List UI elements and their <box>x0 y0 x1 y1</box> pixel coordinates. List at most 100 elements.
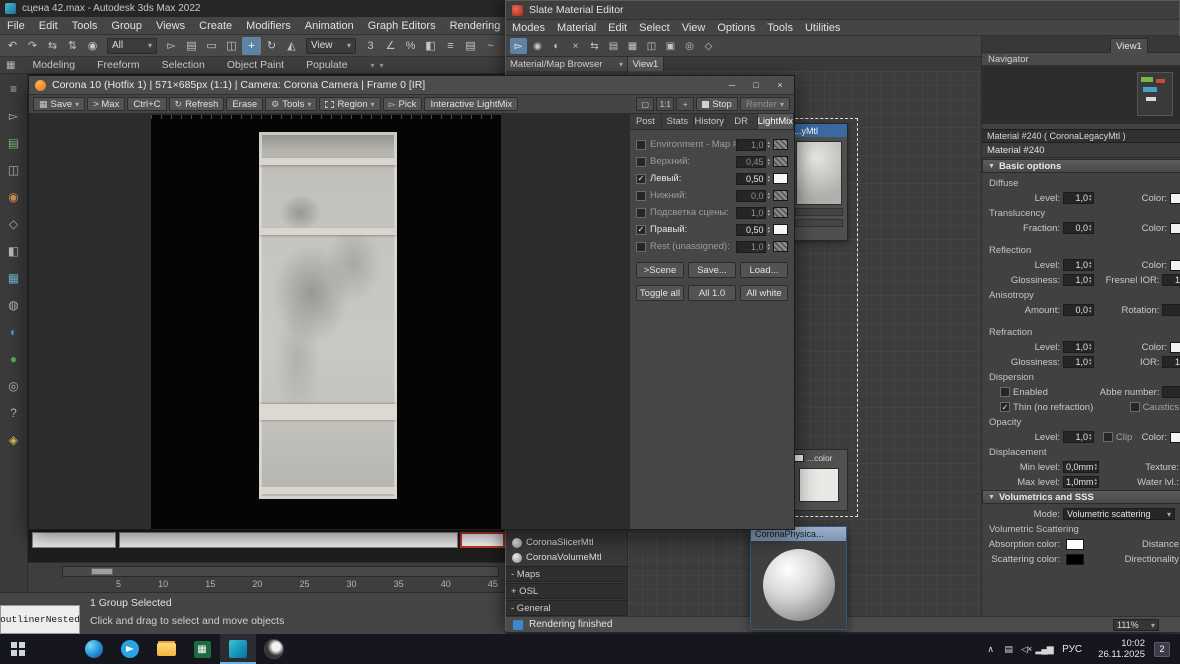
menu-item[interactable]: Material <box>551 22 602 34</box>
color-swatch[interactable] <box>1170 223 1180 234</box>
select-and-scale-icon[interactable]: ◭ <box>282 37 301 55</box>
interactive-lightmix-button[interactable]: Interactive LightMix <box>424 97 518 111</box>
color-swatch[interactable] <box>1066 539 1084 550</box>
delete-node-icon[interactable]: × <box>567 38 584 54</box>
hide-unused-slots-icon[interactable]: ▤ <box>605 38 622 54</box>
spinner[interactable]: ▴▾ <box>1089 224 1092 232</box>
browser-section-header[interactable]: - Maps <box>506 566 627 582</box>
lightmix-checkbox[interactable] <box>636 174 646 184</box>
lightmix-checkbox[interactable] <box>636 242 646 252</box>
clock[interactable]: 10:02 26.11.2025 <box>1091 638 1152 660</box>
window-crossing-icon[interactable]: ◫ <box>222 37 241 55</box>
stop-render-button[interactable]: Stop <box>696 97 738 111</box>
tray-expand-icon[interactable]: ∧ <box>981 634 999 664</box>
ribbon-tab[interactable]: Modeling <box>21 59 86 71</box>
lightmix-button[interactable]: All white <box>740 285 788 301</box>
pick-material-icon[interactable]: ◉ <box>529 38 546 54</box>
zoom-actual-icon[interactable]: 1:1 <box>656 97 674 111</box>
menu-item[interactable]: Modifiers <box>239 20 298 32</box>
value-field[interactable]: 1,5 ▴▾ <box>1162 356 1180 368</box>
material-list-item[interactable]: CoronaVolumeMtl <box>506 550 627 565</box>
color-swatch[interactable] <box>1170 342 1180 353</box>
edge-browser-icon[interactable] <box>76 634 112 664</box>
spinner[interactable]: ▴▾ <box>1089 261 1092 269</box>
spinner[interactable]: ▴▾ <box>767 141 770 149</box>
lightmix-checkbox[interactable] <box>636 157 646 167</box>
layer-explorer-icon[interactable]: ▤ <box>461 37 480 55</box>
scene-explorer-icon[interactable]: ▤ <box>5 134 23 152</box>
menu-item[interactable]: Utilities <box>799 22 846 34</box>
menu-item[interactable]: Options <box>711 22 761 34</box>
value-field[interactable]: 1,5 ▴▾ <box>1162 274 1180 286</box>
value-field[interactable]: 1,0 ▴▾ <box>1063 431 1094 443</box>
select-arrow-icon[interactable]: ▻ <box>510 38 527 54</box>
browser-section-header[interactable]: - General <box>506 600 627 616</box>
network-icon[interactable]: ▂▄▆ <box>1035 634 1053 664</box>
value-field[interactable]: 1,0 ▴▾ <box>1063 259 1094 271</box>
language-indicator[interactable]: РУС <box>1055 644 1089 655</box>
map-color-swatch[interactable] <box>794 454 804 462</box>
menu-item[interactable]: Graph Editors <box>361 20 443 32</box>
spinner[interactable]: ▴▾ <box>1089 358 1092 366</box>
help-icon[interactable]: ? <box>5 404 23 422</box>
select-tool-icon[interactable]: ▻ <box>5 107 23 125</box>
maximize-button[interactable]: □ <box>744 77 768 94</box>
angle-snap-icon[interactable]: ∠ <box>381 37 400 55</box>
snaps-icon[interactable]: ◉ <box>5 188 23 206</box>
menu-item[interactable]: Edit <box>32 20 65 32</box>
ribbon-tab[interactable]: Freeform <box>86 59 151 71</box>
menu-item[interactable]: Views <box>149 20 192 32</box>
vfb-tab[interactable]: DR <box>726 114 758 129</box>
value-field[interactable]: 0,0 ▴▾ <box>1063 304 1094 316</box>
spinner[interactable]: ▴▾ <box>1089 276 1092 284</box>
checkbox-icon[interactable] <box>1103 432 1113 442</box>
lightmix-checkbox[interactable] <box>636 208 646 218</box>
menu-item[interactable]: View <box>676 22 712 34</box>
value-field[interactable]: 0,0mm ▴▾ <box>1063 461 1099 473</box>
snaps-toggle-icon[interactable]: 3 <box>361 37 380 55</box>
send-to-max-button[interactable]: > Max <box>87 97 125 111</box>
color-swatch[interactable] <box>1170 260 1180 271</box>
file-explorer-icon[interactable] <box>148 634 184 664</box>
slate-titlebar[interactable]: Slate Material Editor <box>506 1 1179 20</box>
rollout-volumetrics[interactable]: ▼ Volumetrics and SSS <box>982 490 1180 504</box>
spinner[interactable]: ▴▾ <box>1095 463 1098 471</box>
array-tool-icon[interactable]: ▦ <box>5 269 23 287</box>
value-field[interactable]: 1,0 ▴▾ <box>1063 341 1094 353</box>
show-shaded-icon[interactable]: ▦ <box>624 38 641 54</box>
spinner[interactable]: ▴▾ <box>1095 478 1098 486</box>
ribbon-config-icon[interactable]: ▦ <box>6 60 15 71</box>
zoom-fit-icon[interactable]: ▢ <box>636 97 654 111</box>
spacing-tool-icon[interactable]: ◍ <box>5 296 23 314</box>
menu-item[interactable]: Modes <box>506 22 551 34</box>
layout-all-icon[interactable]: ◫ <box>643 38 660 54</box>
copy-button[interactable]: Ctrl+C <box>127 97 166 111</box>
view-tab[interactable]: View1 <box>1110 38 1148 53</box>
notification-badge[interactable]: 2 <box>1154 642 1170 657</box>
spinner[interactable]: ▴▾ <box>767 209 770 217</box>
spinner[interactable]: ▴▾ <box>767 175 770 183</box>
assign-to-selection-icon[interactable]: ◐ <box>548 38 565 54</box>
color-swatch[interactable] <box>1170 193 1180 204</box>
select-object-icon[interactable]: ▻ <box>162 37 181 55</box>
value-field[interactable]: 1,0mm ▴▾ <box>1063 476 1099 488</box>
value-field[interactable]: 0,0 ▴▾ <box>1063 222 1094 234</box>
percent-snap-icon[interactable]: % <box>401 37 420 55</box>
select-by-name-icon[interactable]: ▤ <box>182 37 201 55</box>
vfb-tab[interactable]: Stats <box>662 114 694 129</box>
rectangular-selection-icon[interactable]: ▭ <box>202 37 221 55</box>
start-button[interactable] <box>0 634 36 664</box>
vfb-titlebar[interactable]: Corona 10 (Hotfix 1) | 571×685px (1:1) |… <box>29 76 794 95</box>
map-node[interactable]: ...color <box>790 449 848 511</box>
ribbon-tab[interactable]: Selection <box>151 59 216 71</box>
zoom-in-icon[interactable]: + <box>676 97 694 111</box>
display-icon[interactable]: ▤ <box>999 634 1017 664</box>
zoom-tool-icon[interactable]: ◎ <box>681 38 698 54</box>
render-icon[interactable]: ● <box>5 350 23 368</box>
lightmix-checkbox[interactable] <box>636 140 646 150</box>
lightmix-checkbox[interactable] <box>636 191 646 201</box>
refresh-button[interactable]: ↻Refresh <box>169 97 225 111</box>
region-button[interactable]: Region▾ <box>319 97 380 111</box>
value-field[interactable]: 1,0 ▴▾ <box>1063 192 1094 204</box>
material-map-browser-header[interactable]: Material/Map Browser▾ <box>506 57 628 71</box>
